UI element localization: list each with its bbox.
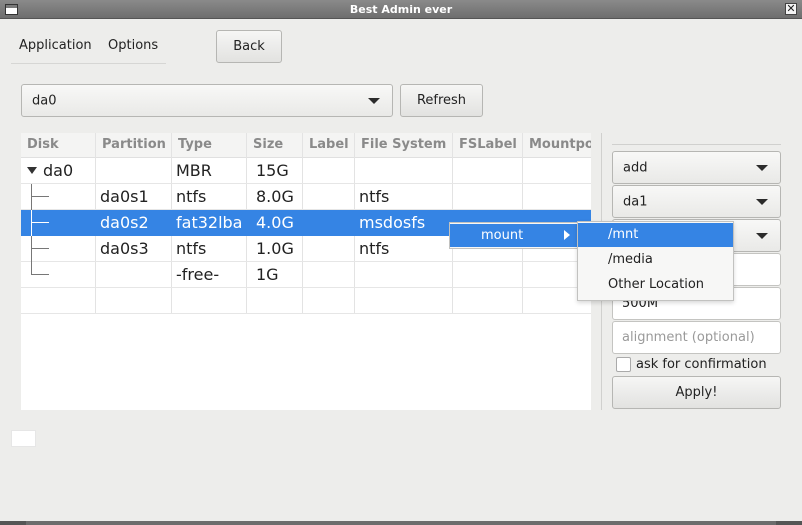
tree-line [31, 274, 49, 275]
table-row[interactable]: da0s1 ntfs 8.0G ntfs [21, 184, 591, 210]
cell-type: ntfs [176, 187, 207, 206]
tree-line [31, 236, 32, 262]
table-row[interactable]: -free- 1G [21, 262, 591, 288]
tree-line [31, 210, 32, 236]
chevron-right-icon [564, 230, 570, 240]
table-header: Disk Partition Type Size Label File Syst… [21, 133, 591, 158]
cell-type: MBR [176, 161, 212, 180]
cell-disk: da0 [43, 161, 74, 180]
window-icon [5, 4, 18, 15]
cell-type: -free- [176, 265, 220, 284]
alignment-field[interactable]: alignment (optional) [612, 321, 781, 354]
close-icon[interactable]: ✕ [785, 3, 797, 15]
disk-select[interactable]: da0 [21, 84, 393, 117]
cell-type: fat32lba [176, 213, 243, 232]
refresh-button[interactable]: Refresh [400, 84, 483, 117]
column-header-disk[interactable]: Disk [27, 137, 59, 152]
disk-select-value: da0 [32, 93, 57, 108]
confirmation-label[interactable]: ask for confirmation [636, 357, 767, 372]
status-area [11, 430, 36, 447]
submenu-item-mnt[interactable]: /mnt [578, 223, 733, 247]
tree-line [31, 248, 49, 249]
cell-size: 4.0G [256, 213, 294, 232]
tree-line [31, 222, 49, 223]
cell-partition: da0s2 [100, 213, 149, 232]
chevron-down-icon [368, 97, 380, 104]
cell-filesystem: ntfs [359, 239, 390, 258]
context-menu-item-mount[interactable]: mount [450, 224, 582, 247]
tree-line [31, 196, 49, 197]
chevron-down-icon [756, 232, 768, 239]
window-title: Best Admin ever [349, 3, 453, 16]
submenu-item-label: Other Location [608, 277, 705, 292]
context-menu: mount [449, 222, 583, 249]
target-disk-select-value: da1 [623, 194, 648, 209]
menu-application[interactable]: Application [19, 38, 92, 53]
menu-options[interactable]: Options [108, 38, 158, 53]
column-header-filesystem[interactable]: File System [361, 137, 446, 152]
apply-button[interactable]: Apply! [612, 376, 781, 409]
submenu-item-other-location[interactable]: Other Location [578, 273, 733, 297]
panel-separator [612, 144, 781, 145]
submenu-item-media[interactable]: /media [578, 248, 733, 272]
table-row-empty [21, 288, 591, 314]
cell-partition: da0s3 [100, 239, 149, 258]
confirmation-checkbox[interactable] [616, 357, 631, 372]
context-menu-item-label: mount [481, 228, 524, 243]
cell-size: 15G [256, 161, 289, 180]
cell-filesystem: msdosfs [359, 213, 426, 232]
cell-size: 1G [256, 265, 279, 284]
alignment-placeholder: alignment (optional) [622, 330, 755, 345]
back-button[interactable]: Back [216, 30, 282, 63]
mount-submenu: /mnt /media Other Location [577, 221, 734, 301]
cell-size: 1.0G [256, 239, 294, 258]
cell-type: ntfs [176, 239, 207, 258]
column-header-type[interactable]: Type [178, 137, 212, 152]
column-header-label[interactable]: Label [309, 137, 349, 152]
expander-arrow-icon[interactable] [27, 167, 37, 174]
window-bottom-border [0, 521, 802, 525]
column-header-mountpoint[interactable]: Mountpo [529, 137, 591, 152]
cell-size: 8.0G [256, 187, 294, 206]
window-titlebar: Best Admin ever ✕ [0, 0, 802, 19]
partition-table[interactable]: Disk Partition Type Size Label File Syst… [21, 133, 591, 410]
chevron-down-icon [756, 164, 768, 171]
menubar: Application Options [11, 32, 166, 64]
cell-filesystem: ntfs [359, 187, 390, 206]
column-header-size[interactable]: Size [253, 137, 283, 152]
column-header-partition[interactable]: Partition [102, 137, 166, 152]
column-header-fslabel[interactable]: FSLabel [459, 137, 517, 152]
table-row[interactable]: da0 MBR 15G [21, 158, 591, 184]
submenu-item-label: /mnt [608, 227, 639, 242]
cell-partition: da0s1 [100, 187, 149, 206]
submenu-item-label: /media [608, 252, 653, 267]
action-select-value: add [623, 160, 648, 175]
target-disk-select[interactable]: da1 [612, 185, 781, 218]
tree-line [31, 184, 32, 210]
action-select[interactable]: add [612, 151, 781, 184]
chevron-down-icon [756, 198, 768, 205]
